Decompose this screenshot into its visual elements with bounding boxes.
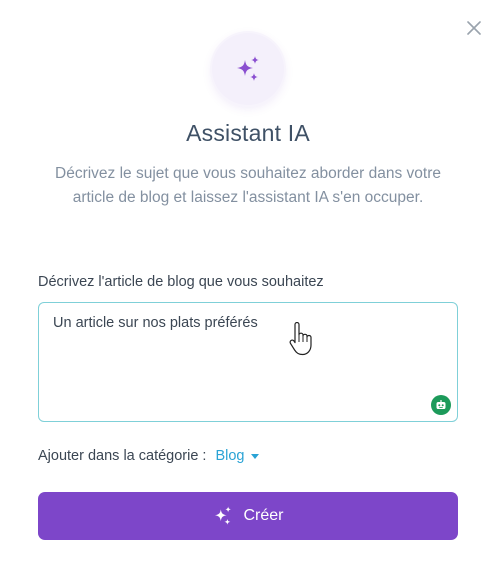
prompt-textarea[interactable]: Un article sur nos plats préférés xyxy=(38,302,458,422)
dialog-description: Décrivez le sujet que vous souhaitez abo… xyxy=(55,165,441,206)
prompt-value: Un article sur nos plats préférés xyxy=(53,315,258,331)
close-icon xyxy=(467,21,481,35)
category-dropdown[interactable]: Blog xyxy=(215,448,259,464)
category-label: Ajouter dans la catégorie : xyxy=(38,448,207,464)
category-value: Blog xyxy=(215,448,245,464)
create-button[interactable]: Créer xyxy=(38,492,458,540)
robot-icon xyxy=(436,400,446,409)
assistant-badge-button[interactable] xyxy=(431,395,451,415)
caret-down-icon xyxy=(250,453,259,459)
ai-assistant-dialog: Assistant IA Décrivez le sujet que vous … xyxy=(0,0,492,574)
dialog-title: Assistant IA xyxy=(186,120,310,146)
close-button[interactable] xyxy=(462,16,486,40)
sparkles-icon xyxy=(237,56,259,81)
category-row: Ajouter dans la catégorie : Blog xyxy=(38,448,259,464)
sparkles-icon xyxy=(212,505,234,527)
create-button-label: Créer xyxy=(243,507,284,524)
prompt-label: Décrivez l'article de blog que vous souh… xyxy=(38,274,324,290)
hand-cursor-icon xyxy=(289,322,312,356)
hero-badge xyxy=(212,33,284,105)
